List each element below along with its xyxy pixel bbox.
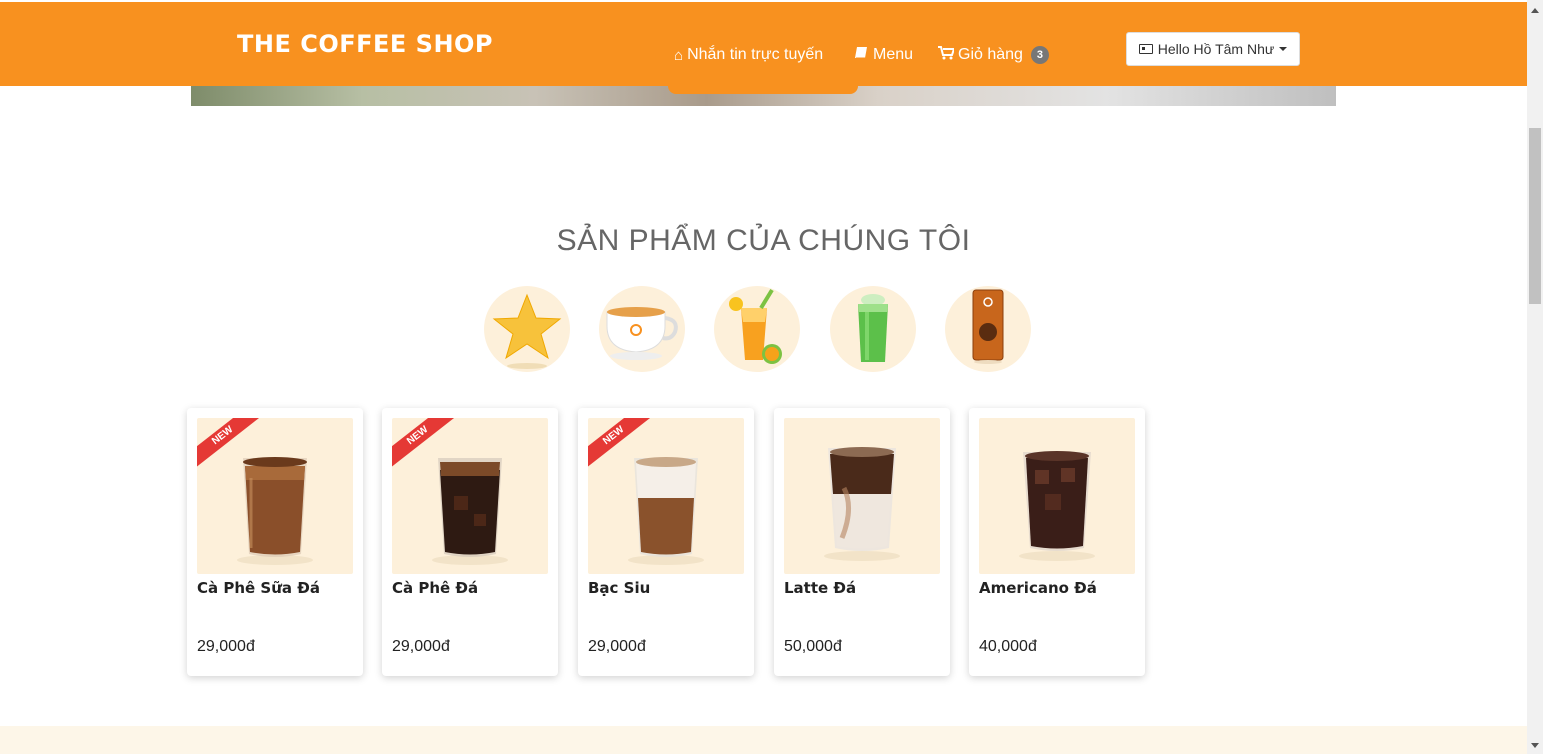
page-scrollbar[interactable] <box>1527 0 1543 754</box>
product-card[interactable]: NEW Cà Phê Sữa Đá 29,000đ <box>187 408 363 676</box>
section-title: SẢN PHẨM CỦA CHÚNG TÔI <box>556 224 971 257</box>
scroll-thumb[interactable] <box>1529 128 1541 304</box>
product-price: 29,000đ <box>197 638 255 655</box>
product-name: Cà Phê Đá <box>392 579 479 597</box>
product-price: 40,000đ <box>979 638 1037 655</box>
nav-menu-label: Menu <box>873 46 914 63</box>
nav-chat-link[interactable]: ⌂ Nhắn tin trực tuyến <box>674 46 823 64</box>
product-price: 29,000đ <box>588 638 646 655</box>
category-hot-coffee[interactable] <box>599 286 685 372</box>
product-price: 50,000đ <box>784 638 842 655</box>
home-icon: ⌂ <box>674 46 684 64</box>
scroll-up-icon[interactable] <box>1531 8 1539 13</box>
nav-chat-label: Nhắn tin trực tuyến <box>687 46 824 63</box>
category-green-drink[interactable] <box>830 286 916 372</box>
id-card-icon <box>1138 44 1153 54</box>
product-image: NEW <box>392 418 548 574</box>
footer-section <box>0 726 1527 754</box>
hero-button[interactable] <box>668 86 858 94</box>
top-navbar: THE COFFEE SHOP ⌂ Nhắn tin trực tuyến Me… <box>0 2 1527 86</box>
hot-coffee-cup-icon <box>606 307 678 360</box>
iced-latte-icon <box>824 447 900 561</box>
user-dropdown-button[interactable]: Hello Hồ Tâm Như <box>1126 32 1300 66</box>
caret-down-icon <box>1279 47 1288 51</box>
green-drink-icon <box>858 294 888 362</box>
product-card[interactable]: Latte Đá 50,000đ <box>774 408 950 676</box>
user-greeting: Hello Hồ Tâm Như <box>1157 41 1275 57</box>
nav-cart-link[interactable]: Giỏ hàng 3 <box>938 46 1049 64</box>
product-image: NEW <box>197 418 353 574</box>
coffee-package-icon <box>972 289 1004 364</box>
nav-cart-label: Giỏ hàng <box>958 46 1023 63</box>
nav-menu-link[interactable]: Menu <box>854 46 913 64</box>
iced-americano-icon <box>1019 451 1095 561</box>
cart-icon <box>938 46 956 64</box>
product-name: Cà Phê Sữa Đá <box>197 579 320 597</box>
product-card[interactable]: NEW Cà Phê Đá 29,000đ <box>382 408 558 676</box>
product-name: Americano Đá <box>979 579 1097 597</box>
category-featured[interactable] <box>484 286 570 372</box>
product-image <box>979 418 1135 574</box>
product-image: NEW <box>588 418 744 574</box>
product-name: Bạc Siu <box>588 579 651 597</box>
cart-count-badge: 3 <box>1030 46 1049 64</box>
star-icon <box>492 293 562 369</box>
juice-icon <box>729 288 782 364</box>
product-name: Latte Đá <box>784 579 857 597</box>
category-juice[interactable] <box>714 286 800 372</box>
product-card[interactable]: Americano Đá 40,000đ <box>969 408 1145 676</box>
category-packaged-coffee[interactable] <box>945 286 1031 372</box>
book-icon <box>854 46 869 64</box>
product-price: 29,000đ <box>392 638 450 655</box>
brand-logo[interactable]: THE COFFEE SHOP <box>237 30 493 58</box>
product-card[interactable]: NEW Bạc Siu 29,000đ <box>578 408 754 676</box>
scroll-down-icon[interactable] <box>1531 743 1539 748</box>
product-image <box>784 418 940 574</box>
